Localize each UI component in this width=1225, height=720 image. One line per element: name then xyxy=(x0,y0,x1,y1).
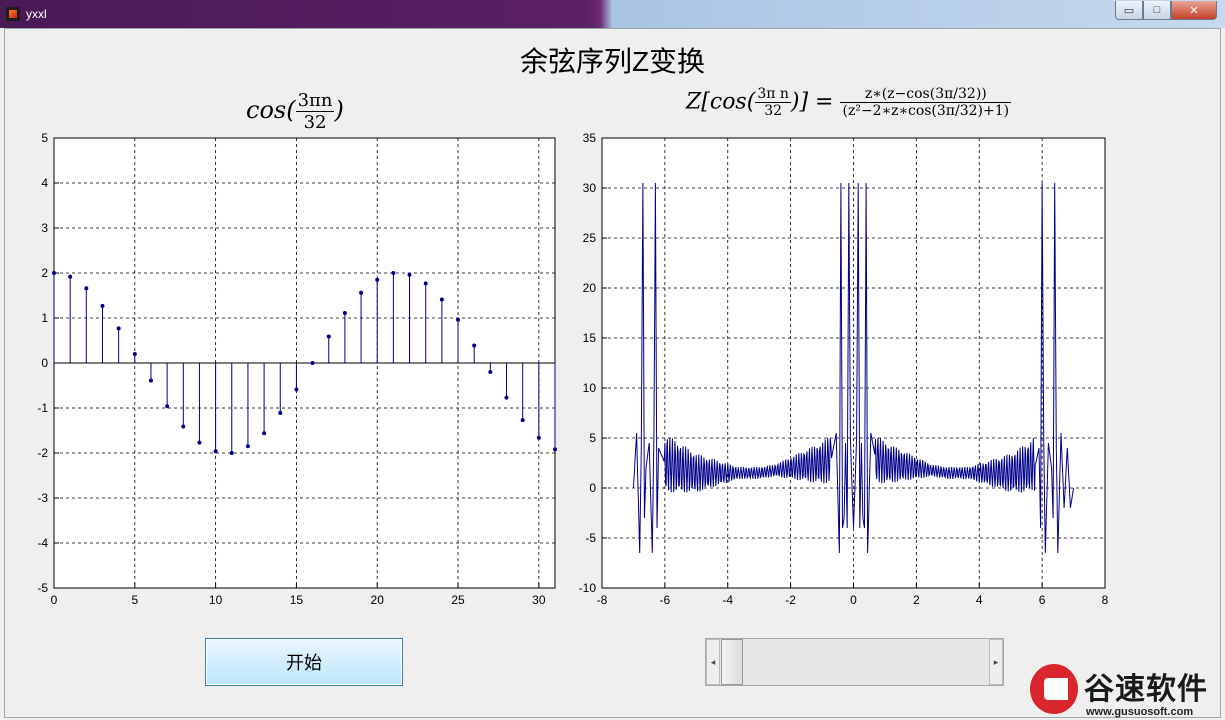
stem-marker xyxy=(181,424,186,429)
stem-marker xyxy=(375,277,380,282)
stem-marker xyxy=(100,303,105,308)
stem-marker xyxy=(278,410,283,415)
x-tick-label: 20 xyxy=(371,593,385,607)
y-tick-label: -5 xyxy=(585,531,596,545)
y-tick-label: 4 xyxy=(41,176,48,190)
slider[interactable]: ◂ ▸ xyxy=(705,638,1004,686)
slider-thumb[interactable] xyxy=(721,639,743,685)
stem-plot-axes[interactable]: 0 5 10 15 20 25 30 -5 -4 -3 -2 -1 0 1 2 3 4 5 xyxy=(20,128,580,608)
stem-marker xyxy=(488,370,493,374)
y-tick-label: 0 xyxy=(41,356,48,370)
x-tick-label: 2 xyxy=(913,593,920,607)
y-tick-label: -4 xyxy=(37,536,48,550)
x-tick-label: 15 xyxy=(290,593,304,607)
x-tick-label: 5 xyxy=(131,593,138,607)
stem-marker xyxy=(116,326,121,331)
y-tick-label: 2 xyxy=(41,266,48,280)
right-title-rhs-numerator: z∗(z−cos(3π/32)) xyxy=(840,86,1012,103)
stem-marker xyxy=(148,378,153,383)
right-title-lhs-denominator: 32 xyxy=(764,103,783,119)
stem-marker xyxy=(165,404,170,409)
logo-brand-text: 谷速软件 xyxy=(1084,673,1208,706)
left-title-numerator: 3πn xyxy=(295,90,335,112)
logo-g-icon xyxy=(1030,664,1078,714)
z-transform-plot-axes[interactable]: -8 -6 -4 -2 0 2 4 6 8 -10 -5 0 5 10 15 20 25 30 35 xyxy=(560,128,1120,608)
y-tick-label: -3 xyxy=(37,491,48,505)
main-title: 余弦序列Z变换 xyxy=(519,46,706,77)
x-tick-label: -4 xyxy=(722,593,733,607)
stem-marker xyxy=(536,435,541,440)
stem-marker xyxy=(520,418,525,423)
minimize-button[interactable]: ▭ xyxy=(1115,1,1143,20)
stem-marker xyxy=(132,352,137,356)
x-tick-label: 0 xyxy=(51,593,58,607)
y-tick-label: -1 xyxy=(37,401,48,415)
stem-marker xyxy=(342,311,347,316)
y-tick-label: -10 xyxy=(579,581,597,595)
y-tick-label: 3 xyxy=(41,221,48,235)
right-plot-title: Z[cos(3π n 32 )] = z∗(z−cos(3π/32)) (z²−2∗z… xyxy=(686,86,1012,119)
x-tick-label: 6 xyxy=(1039,593,1046,607)
stem-marker xyxy=(407,272,412,277)
stem-marker xyxy=(310,361,315,365)
stem-marker xyxy=(262,431,267,436)
stem-marker xyxy=(504,395,509,400)
right-title-lhs-close: )] = xyxy=(790,89,834,115)
left-plot-title: cos(3πn 32) xyxy=(246,90,344,133)
x-tick-label: 30 xyxy=(532,593,546,607)
stem-marker xyxy=(245,444,250,449)
stem-marker xyxy=(553,447,557,452)
stem-marker xyxy=(326,334,331,339)
maximize-button[interactable]: □ xyxy=(1143,1,1171,20)
watermark-logo: 谷速软件 www.gusuosoft.com xyxy=(1030,662,1225,720)
window-titlebar[interactable]: yxxl ▭ □ ✕ xyxy=(0,0,1225,28)
x-tick-label: 8 xyxy=(1102,593,1109,607)
x-tick-label: 0 xyxy=(850,593,857,607)
stem-marker xyxy=(391,271,396,275)
y-tick-label: -2 xyxy=(37,446,48,460)
y-tick-label: 0 xyxy=(589,481,596,495)
y-tick-label: 1 xyxy=(41,311,48,325)
right-title-rhs-denominator: (z²−2∗z∗cos(3π/32)+1) xyxy=(842,103,1010,119)
stem-marker xyxy=(197,440,202,445)
stem-marker xyxy=(229,451,234,455)
y-tick-label: 10 xyxy=(583,381,597,395)
window-controls: ▭ □ ✕ xyxy=(1115,1,1217,20)
stem-marker xyxy=(68,274,73,279)
x-tick-label: -2 xyxy=(785,593,796,607)
y-tick-label: -5 xyxy=(37,581,48,595)
y-tick-label: 15 xyxy=(583,331,597,345)
stem-marker xyxy=(84,286,89,291)
x-tick-label: 10 xyxy=(209,593,223,607)
y-tick-label: 25 xyxy=(583,231,597,245)
stem-marker xyxy=(456,317,461,322)
y-tick-label: 5 xyxy=(41,131,48,145)
slider-right-arrow-icon[interactable]: ▸ xyxy=(989,639,1003,685)
window-title: yxxl xyxy=(26,7,47,21)
x-tick-label: -6 xyxy=(660,593,671,607)
left-title-func: cos( xyxy=(246,96,296,124)
y-tick-label: 5 xyxy=(589,431,596,445)
stem-marker xyxy=(423,281,428,286)
x-tick-label: -8 xyxy=(597,593,608,607)
y-tick-label: 35 xyxy=(583,131,597,145)
right-title-lhs-numerator: 3π n xyxy=(755,86,791,103)
y-tick-label: 30 xyxy=(583,181,597,195)
slider-left-arrow-icon[interactable]: ◂ xyxy=(706,639,720,685)
matlab-app-icon xyxy=(6,7,20,21)
right-title-lhs: Z[cos( xyxy=(686,89,756,115)
stem-marker xyxy=(439,297,444,302)
stem-marker xyxy=(213,449,218,454)
x-tick-label: 4 xyxy=(976,593,983,607)
start-button[interactable]: 开始 xyxy=(205,638,403,686)
logo-url-text: www.gusuosoft.com xyxy=(1086,706,1194,718)
close-button[interactable]: ✕ xyxy=(1171,1,1217,20)
stem-marker xyxy=(294,387,299,392)
stem-marker xyxy=(359,290,364,295)
left-title-close: ) xyxy=(334,96,344,124)
stem-marker xyxy=(472,343,477,348)
x-tick-label: 25 xyxy=(451,593,465,607)
y-tick-label: 20 xyxy=(583,281,597,295)
stem-marker xyxy=(52,271,56,275)
